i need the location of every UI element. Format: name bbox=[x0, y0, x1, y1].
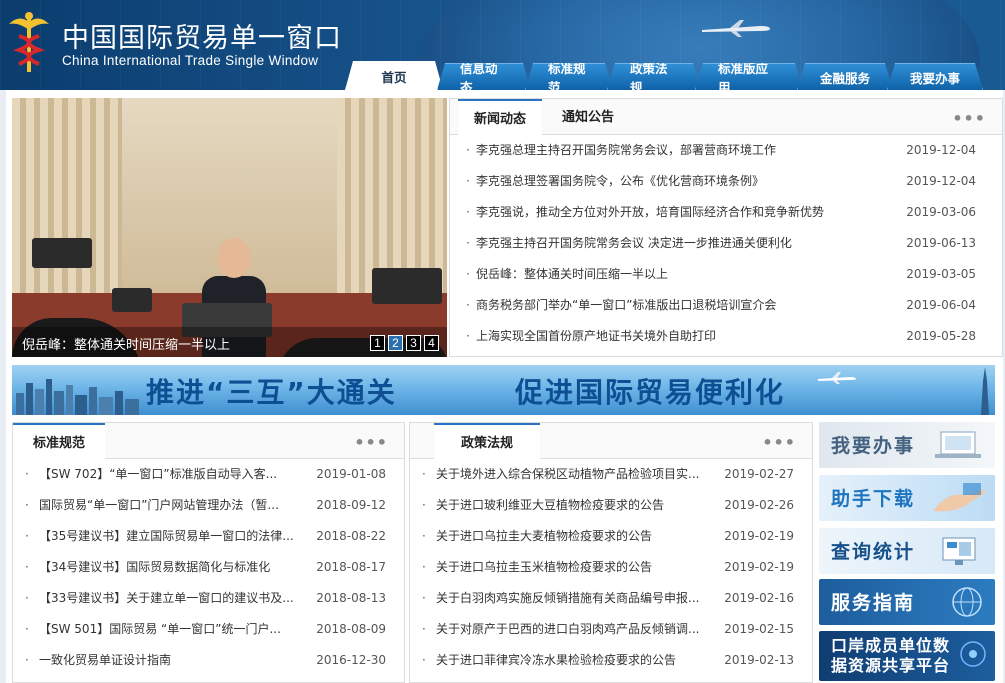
data-sharing-platform-button[interactable]: 口岸成员单位数 据资源共享平台 bbox=[819, 631, 995, 681]
policies-title[interactable]: 政策法规 bbox=[434, 423, 540, 460]
airplane-graphic bbox=[702, 20, 770, 37]
site-header: 中国国际贸易单一窗口 China International Trade Sin… bbox=[0, 0, 1005, 90]
slide-page-1[interactable]: 1 bbox=[370, 335, 385, 351]
more-policies-icon[interactable]: ••• bbox=[762, 433, 796, 452]
list-item[interactable]: · 一致化贸易单证设计指南 2016-12-30 bbox=[13, 645, 404, 676]
logo-icon bbox=[9, 12, 49, 72]
list-item[interactable]: · 关于进口菲律宾冷冻水果检验检疫要求的公告 2019-02-13 bbox=[410, 645, 812, 676]
slide-caption[interactable]: 倪岳峰：整体通关时间压缩一半以上 bbox=[22, 334, 230, 353]
standards-list: · 【SW 702】“单一窗口”标准版自动导入客... 2019-01-08 · 国际… bbox=[13, 459, 404, 676]
policies-panel: 政策法规 ••• · 关于境外进入综合保税区动植物产品检验项目实... 2019-0… bbox=[409, 422, 813, 683]
tab-policies[interactable]: 政策法规 bbox=[607, 63, 701, 90]
service-guide-button[interactable]: 服务指南 bbox=[819, 579, 995, 625]
slide-page-4[interactable]: 4 bbox=[424, 335, 439, 351]
site-title: 中国国际贸易单一窗口 bbox=[62, 23, 342, 54]
slide-page-3[interactable]: 3 bbox=[406, 335, 421, 351]
list-item[interactable]: · 李克强总理签署国务院令，公布《优化营商环境条例》 2019-12-04 bbox=[450, 166, 1002, 197]
list-item[interactable]: · 关于进口乌拉圭玉米植物检疫要求的公告 2019-02-19 bbox=[410, 552, 812, 583]
list-item[interactable]: · 上海实现全国首份原产地证书关境外自助打印 2019-05-28 bbox=[450, 321, 1002, 352]
list-item[interactable]: · 【SW 702】“单一窗口”标准版自动导入客... 2019-01-08 bbox=[13, 459, 404, 490]
list-item[interactable]: · 【34号建议书】国际贸易数据简化与标准化 2018-08-17 bbox=[13, 552, 404, 583]
site-subtitle: China International Trade Single Window bbox=[62, 53, 319, 68]
list-item[interactable]: · 关于境外进入综合保税区动植物产品检验项目实... 2019-02-27 bbox=[410, 459, 812, 490]
tab-home[interactable]: 首页 bbox=[345, 61, 443, 90]
tab-services[interactable]: 我要办事 bbox=[887, 63, 983, 90]
list-item[interactable]: · 关于进口玻利维亚大豆植物检疫要求的公告 2019-02-26 bbox=[410, 490, 812, 521]
policies-list: · 关于境外进入综合保税区动植物产品检验项目实... 2019-02-27 · 关于进… bbox=[410, 459, 812, 676]
banner-text-right: 促进国际贸易便利化 bbox=[515, 376, 786, 409]
tab-standard-apps[interactable]: 标准版应用 bbox=[695, 63, 803, 90]
more-standards-icon[interactable]: ••• bbox=[354, 433, 388, 452]
network-icon bbox=[960, 641, 986, 667]
query-stats-button[interactable]: 查询统计 bbox=[819, 528, 995, 574]
do-business-button[interactable]: 我要办事 bbox=[819, 422, 995, 468]
laptop-icon bbox=[935, 431, 981, 458]
news-slideshow[interactable]: 倪岳峰：整体通关时间压缩一半以上 1 2 3 4 bbox=[12, 98, 447, 357]
slide-page-2[interactable]: 2 bbox=[388, 335, 403, 351]
tab-finance[interactable]: 金融服务 bbox=[797, 63, 893, 90]
list-item[interactable]: · 李克强总理主持召开国务院常务会议，部署营商环境工作 2019-12-04 bbox=[450, 135, 1002, 166]
tower-graphic bbox=[981, 367, 989, 415]
globe-icon bbox=[952, 587, 982, 617]
standards-panel: 标准规范 ••• · 【SW 702】“单一窗口”标准版自动导入客... 2019-… bbox=[12, 422, 405, 683]
news-tabbar: 新闻动态 通知公告 ••• bbox=[450, 99, 1002, 136]
list-item[interactable]: · 倪岳峰：整体通关时间压缩一半以上 2019-03-05 bbox=[450, 259, 1002, 290]
monitor-icon bbox=[942, 537, 976, 565]
slide-pager: 1 2 3 4 bbox=[370, 335, 439, 351]
list-item[interactable]: · 商务税务部门举办“单一窗口”标准版出口退税培训宣介会 2019-06-04 bbox=[450, 290, 1002, 321]
standards-title[interactable]: 标准规范 bbox=[13, 423, 105, 460]
list-item[interactable]: · 关于对原产于巴西的进口白羽肉鸡产品反倾销调... 2019-02-15 bbox=[410, 614, 812, 645]
banner-text-left: 推进“三互”大通关 bbox=[146, 376, 397, 409]
hand-icon bbox=[933, 483, 985, 512]
tab-standards[interactable]: 标准规范 bbox=[525, 63, 613, 90]
tab-news[interactable]: 新闻动态 bbox=[458, 99, 542, 136]
list-item[interactable]: · 关于进口乌拉圭大麦植物检疫要求的公告 2019-02-19 bbox=[410, 521, 812, 552]
main-nav: 首页 信息动态 标准规范 政策法规 标准版应用 金融服务 我要办事 bbox=[345, 61, 977, 90]
list-item[interactable]: · 【33号建议书】关于建立单一窗口的建议书及... 2018-08-13 bbox=[13, 583, 404, 614]
download-assistant-button[interactable]: 助手下载 bbox=[819, 475, 995, 521]
list-item[interactable]: · 国际贸易“单一窗口”门户网站管理办法（暂... 2018-09-12 bbox=[13, 490, 404, 521]
news-panel: 新闻动态 通知公告 ••• · 李克强总理主持召开国务院常务会议，部署营商环境工作… bbox=[449, 98, 1003, 357]
news-list: · 李克强总理主持召开国务院常务会议，部署营商环境工作 2019-12-04 · 李克… bbox=[450, 135, 1002, 352]
city-skyline-graphic bbox=[16, 379, 139, 415]
more-news-icon[interactable]: ••• bbox=[952, 109, 986, 128]
list-item[interactable]: · 【SW 501】国际贸易 “单一窗口”统一门户... 2018-08-09 bbox=[13, 614, 404, 645]
list-item[interactable]: · 李克强说，推动全方位对外开放，培育国际经济合作和竞争新优势 2019-03-06 bbox=[450, 197, 1002, 228]
list-item[interactable]: · 李克强主持召开国务院常务会议 决定进一步推进通关便利化 2019-06-13 bbox=[450, 228, 1002, 259]
promo-banner[interactable]: 推进“三互”大通关 促进国际贸易便利化 bbox=[12, 365, 995, 415]
tab-info[interactable]: 信息动态 bbox=[437, 63, 531, 90]
airplane-icon bbox=[818, 372, 856, 384]
tab-notices[interactable]: 通知公告 bbox=[546, 99, 630, 135]
list-item[interactable]: · 【35号建议书】建立国际贸易单一窗口的法律... 2018-08-22 bbox=[13, 521, 404, 552]
list-item[interactable]: · 关于白羽肉鸡实施反倾销措施有关商品编号申报... 2019-02-16 bbox=[410, 583, 812, 614]
